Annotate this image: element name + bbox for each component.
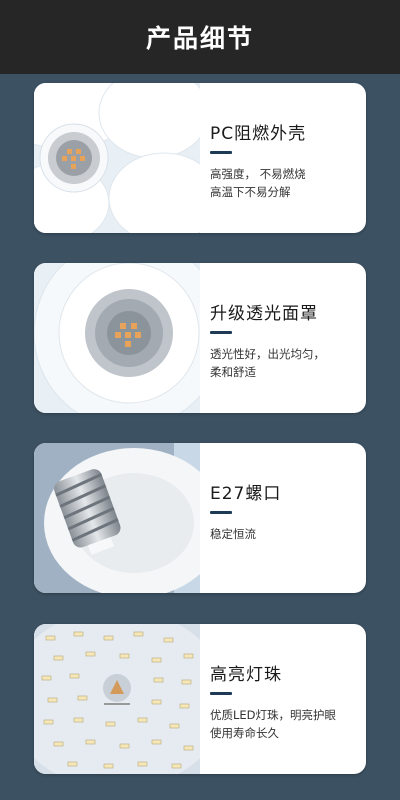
e27-screw-base-image: [34, 443, 200, 593]
detail-card-led-beads: 高亮灯珠 优质LED灯珠，明亮护眼 使用寿命长久: [34, 624, 366, 774]
desc-line: 稳定恒流: [210, 527, 256, 541]
flower-shell-lamp-image: [34, 83, 200, 233]
desc-line: 高强度， 不易燃烧: [210, 167, 306, 181]
header-bar: 产品细节: [0, 0, 400, 74]
desc-line: 使用寿命长久: [210, 726, 279, 740]
accent-bar: [210, 331, 232, 334]
card-title: 高亮灯珠: [210, 665, 282, 685]
detail-card-lampshade: 升级透光面罩 透光性好，出光均匀， 柔和舒适: [34, 263, 366, 413]
accent-bar: [210, 692, 232, 695]
desc-line: 柔和舒适: [210, 365, 256, 379]
card-description: 透光性好，出光均匀， 柔和舒适: [210, 345, 360, 381]
card-description: 高强度， 不易燃烧 高温下不易分解: [210, 165, 360, 201]
desc-line: 高温下不易分解: [210, 185, 291, 199]
card-title: 升级透光面罩: [210, 304, 318, 324]
card-title: E27螺口: [210, 484, 282, 504]
card-description: 优质LED灯珠，明亮护眼 使用寿命长久: [210, 706, 360, 742]
card-description: 稳定恒流: [210, 525, 360, 543]
lampshade-closeup-image: [34, 263, 200, 413]
desc-line: 优质LED灯珠，明亮护眼: [210, 708, 337, 722]
accent-bar: [210, 151, 232, 154]
led-chip-board-image: [34, 624, 200, 774]
page-title: 产品细节: [145, 24, 254, 53]
detail-card-e27-base: E27螺口 稳定恒流: [34, 443, 366, 593]
detail-card-pc-shell: PC阻燃外壳 高强度， 不易燃烧 高温下不易分解: [34, 83, 366, 233]
card-title: PC阻燃外壳: [210, 124, 307, 144]
accent-bar: [210, 511, 232, 514]
desc-line: 透光性好，出光均匀，: [210, 347, 325, 361]
